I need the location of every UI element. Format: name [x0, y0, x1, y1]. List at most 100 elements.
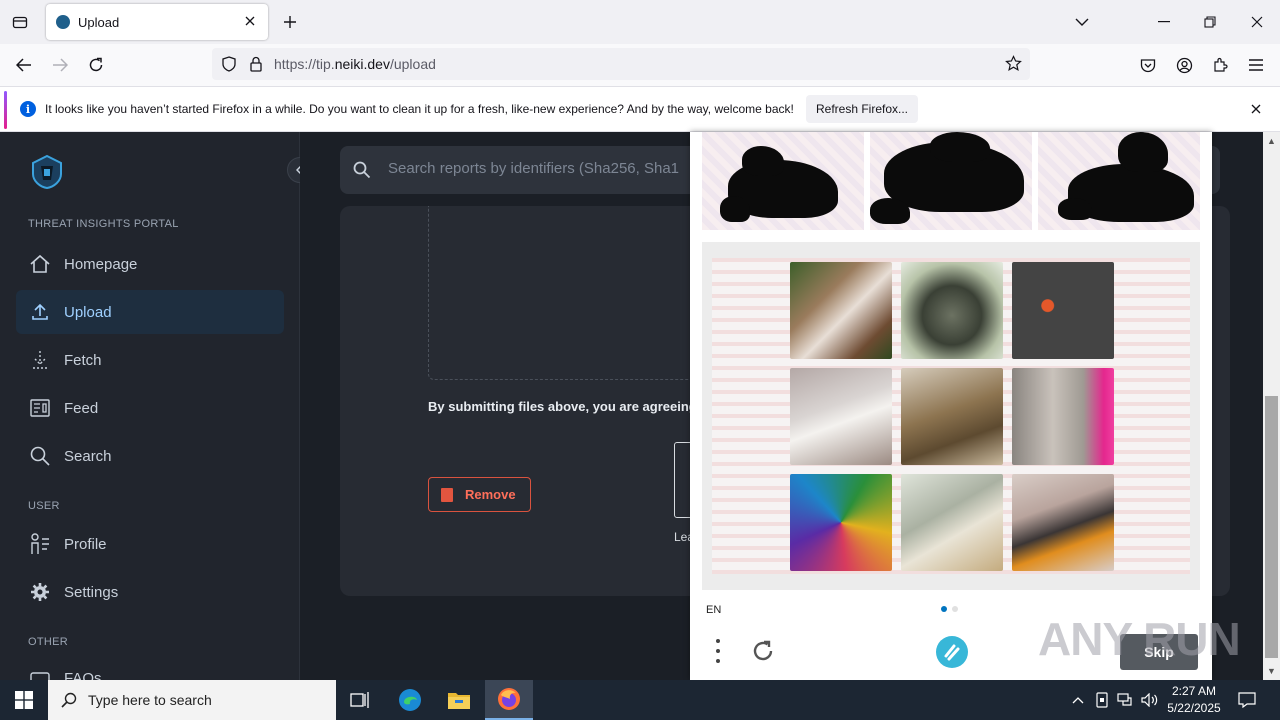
sidebar-item-settings[interactable]: Settings — [16, 570, 284, 614]
tracking-protection-shield-icon[interactable] — [222, 56, 236, 77]
forward-icon[interactable] — [48, 53, 72, 77]
notification-accent — [4, 91, 7, 129]
app-logo-icon[interactable] — [30, 154, 64, 190]
site-favicon-icon — [56, 15, 70, 29]
notification-center-icon[interactable] — [1234, 688, 1260, 712]
volume-icon[interactable] — [1140, 690, 1160, 710]
hcaptcha-challenge: EN Skip — [690, 132, 1212, 680]
section-other-label: OTHER — [28, 636, 68, 648]
refresh-firefox-button[interactable]: Refresh Firefox... — [806, 95, 918, 123]
challenge-image-duck[interactable] — [790, 368, 892, 465]
challenge-image-cat[interactable] — [1012, 262, 1114, 359]
trash-icon — [441, 487, 453, 502]
sidebar-item-label: Feed — [64, 399, 99, 417]
device-icon[interactable] — [1092, 690, 1112, 710]
close-notification-icon[interactable] — [1248, 101, 1264, 117]
minimize-icon[interactable] — [1152, 10, 1176, 34]
edge-browser-icon[interactable] — [386, 680, 434, 720]
taskbar-search-input[interactable]: Type here to search — [48, 680, 336, 720]
example-image — [1038, 132, 1200, 230]
page-scrollbar[interactable]: ▲ ▼ — [1263, 132, 1280, 680]
sidebar-item-label: Homepage — [64, 255, 138, 273]
section-portal-label: THREAT INSIGHTS PORTAL — [28, 218, 179, 230]
address-bar[interactable]: https://tip.neiki.dev/upload — [212, 48, 1030, 80]
search-icon — [60, 691, 78, 709]
page-dot-active — [941, 606, 947, 612]
sidebar-item-faqs[interactable]: FAQs — [16, 658, 284, 680]
sidebar-item-fetch[interactable]: Fetch — [16, 338, 284, 382]
windows-start-icon[interactable] — [0, 680, 48, 720]
tab-upload[interactable]: Upload — [46, 4, 268, 40]
info-icon: i — [20, 101, 36, 117]
browser-nav-bar: https://tip.neiki.dev/upload — [0, 44, 1280, 86]
browser-tab-bar: Upload — [0, 0, 1280, 44]
close-tab-icon[interactable] — [242, 13, 258, 29]
firefox-refresh-notification: i It looks like you haven’t started Fire… — [0, 86, 1280, 132]
screen: Upload https://tip.neiki.dev/upload i It… — [0, 0, 1280, 720]
search-icon — [28, 444, 52, 468]
firefox-taskbar-icon[interactable] — [485, 680, 533, 720]
language-selector[interactable]: EN — [706, 604, 721, 616]
remove-button-label: Remove — [465, 487, 516, 502]
challenge-image-frog[interactable] — [901, 262, 1003, 359]
faq-icon — [28, 670, 52, 680]
task-view-icon[interactable] — [336, 680, 384, 720]
network-icon[interactable] — [1116, 690, 1136, 710]
sidebar: THREAT INSIGHTS PORTAL Homepage Upload F… — [0, 132, 313, 680]
close-window-icon[interactable] — [1245, 10, 1269, 34]
list-all-tabs-icon[interactable] — [1070, 10, 1094, 34]
challenge-image-grid — [702, 242, 1200, 590]
example-image — [870, 132, 1032, 230]
sidebar-item-feed[interactable]: Feed — [16, 386, 284, 430]
sidebar-item-upload[interactable]: Upload — [16, 290, 284, 334]
sidebar-item-label: Settings — [64, 583, 119, 601]
challenge-image-duck[interactable] — [901, 368, 1003, 465]
hcaptcha-logo-icon[interactable] — [936, 636, 968, 668]
back-icon[interactable] — [12, 53, 36, 77]
menu-kebab-icon[interactable] — [710, 636, 726, 666]
anyrun-watermark: ANY RUN — [1038, 613, 1241, 665]
new-tab-icon[interactable] — [280, 12, 300, 32]
search-placeholder: Search reports by identifiers (Sha256, S… — [388, 160, 679, 177]
profile-icon — [28, 532, 52, 556]
scrollbar-thumb[interactable] — [1265, 396, 1278, 658]
sidebar-item-homepage[interactable]: Homepage — [16, 242, 284, 286]
bookmark-star-icon[interactable] — [1005, 55, 1022, 77]
challenge-image-cat[interactable] — [1012, 368, 1114, 465]
example-image — [702, 132, 864, 230]
refresh-challenge-icon[interactable] — [750, 638, 776, 664]
page-dot — [952, 606, 958, 612]
home-icon — [28, 252, 52, 276]
scroll-up-icon[interactable]: ▲ — [1267, 136, 1276, 146]
reload-icon[interactable] — [84, 53, 108, 77]
extensions-icon[interactable] — [1208, 53, 1232, 77]
remove-button[interactable]: Remove — [428, 477, 531, 512]
sidebar-item-profile[interactable]: Profile — [16, 522, 284, 566]
tab-list-icon[interactable] — [8, 10, 32, 34]
file-explorer-icon[interactable] — [435, 680, 483, 720]
challenge-image-duck[interactable] — [1012, 474, 1114, 571]
url-text: https://tip.neiki.dev/upload — [274, 56, 436, 72]
sidebar-item-label: FAQs — [64, 670, 102, 680]
account-icon[interactable] — [1172, 53, 1196, 77]
taskbar-clock[interactable]: 2:27 AM 5/22/2025 — [1166, 683, 1222, 717]
clock-date: 5/22/2025 — [1167, 701, 1221, 715]
pocket-icon[interactable] — [1136, 53, 1160, 77]
challenge-image-cat[interactable] — [790, 474, 892, 571]
menu-hamburger-icon[interactable] — [1244, 53, 1268, 77]
upload-icon — [28, 300, 52, 324]
restore-icon[interactable] — [1198, 10, 1222, 34]
lock-icon[interactable] — [250, 56, 262, 77]
scroll-down-icon[interactable]: ▼ — [1267, 666, 1276, 676]
taskbar-search-placeholder: Type here to search — [88, 692, 212, 708]
sidebar-item-search[interactable]: Search — [16, 434, 284, 478]
show-hidden-icons-icon[interactable] — [1068, 690, 1088, 710]
challenge-image-dog[interactable] — [790, 262, 892, 359]
sidebar-item-label: Search — [64, 447, 112, 465]
tab-title: Upload — [78, 14, 120, 30]
section-user-label: USER — [28, 500, 60, 512]
page-indicator — [941, 606, 958, 612]
feed-icon — [28, 396, 52, 420]
gear-icon — [28, 580, 52, 604]
challenge-image-goose[interactable] — [901, 474, 1003, 571]
